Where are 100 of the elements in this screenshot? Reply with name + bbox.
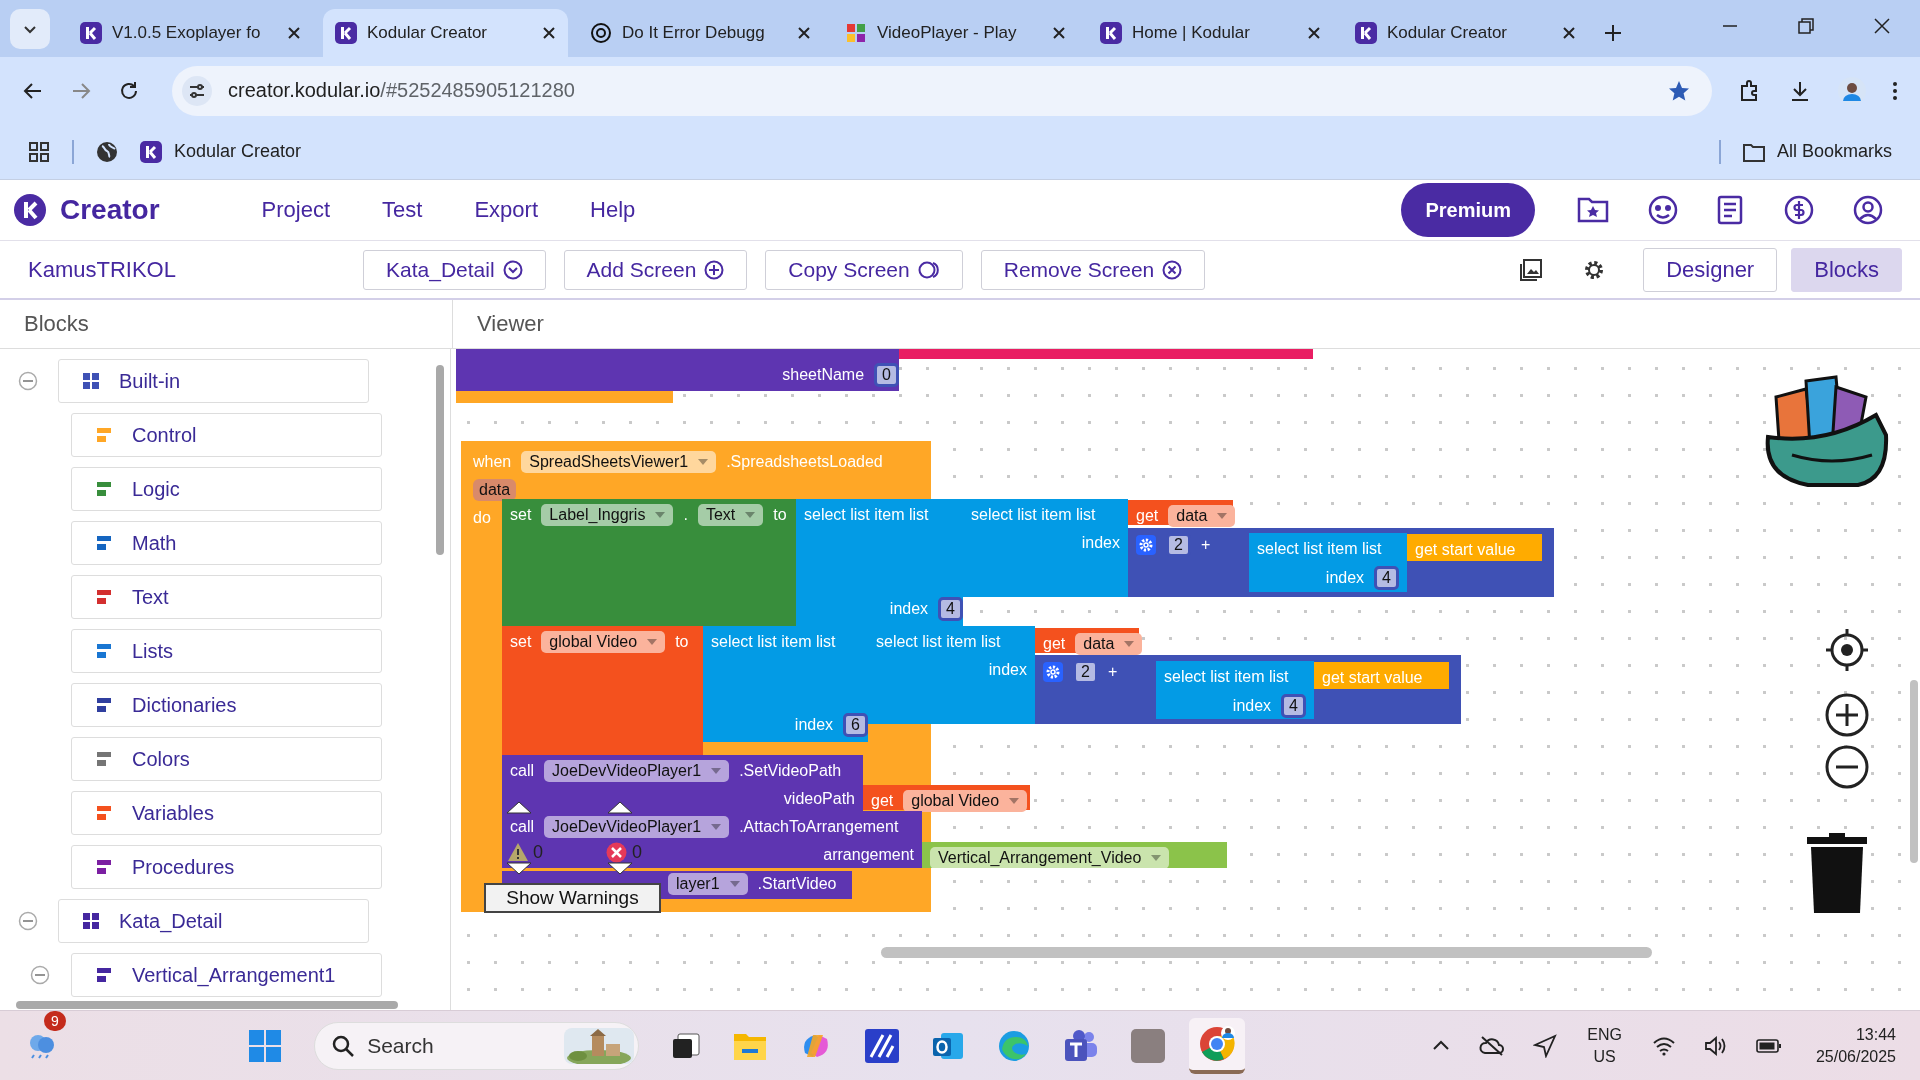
block-dropdown[interactable]: data	[1075, 633, 1143, 655]
battery-icon[interactable]	[1755, 1037, 1782, 1054]
location-icon[interactable]	[1533, 1033, 1558, 1058]
tree-item[interactable]: Logic	[71, 467, 382, 511]
tree-item[interactable]: Kata_Detail	[58, 899, 369, 943]
zoom-out-icon[interactable]	[1825, 745, 1869, 789]
language-indicator[interactable]: ENG US	[1587, 1023, 1622, 1068]
collapse-icon[interactable]	[18, 371, 38, 391]
tree-item[interactable]: Dictionaries	[71, 683, 382, 727]
search-bar[interactable]: Search	[314, 1021, 640, 1070]
scrollbar[interactable]	[436, 365, 444, 555]
block-dropdown[interactable]: JoeDevVideoPlayer1	[544, 816, 730, 838]
zoom-in-icon[interactable]	[1825, 693, 1869, 737]
tree-item[interactable]: Vertical_Arrangement1	[71, 953, 382, 997]
screen-button[interactable]: Kata_Detail	[363, 249, 546, 290]
tree-item[interactable]: Control	[71, 413, 382, 457]
parameter-chip[interactable]: data	[473, 479, 517, 501]
block-dropdown[interactable]: Vertical_Arrangement_Video	[930, 847, 1170, 869]
scroll-up-icon[interactable]	[607, 801, 633, 814]
tree-item[interactable]: Math	[71, 521, 382, 565]
avatar-icon[interactable]	[1838, 76, 1866, 105]
tree-item[interactable]: Procedures	[71, 845, 382, 889]
gear-icon[interactable]	[1043, 662, 1063, 682]
view-tab[interactable]: Blocks	[1791, 247, 1902, 292]
view-tab[interactable]: Designer	[1643, 247, 1778, 292]
browser-tab[interactable]: Kodular Creator	[323, 9, 568, 57]
close-icon[interactable]	[287, 26, 301, 40]
scrollbar[interactable]	[881, 947, 1652, 958]
tree-item[interactable]: Built-in	[58, 359, 369, 403]
tree-item[interactable]: Lists	[71, 629, 382, 673]
tree-item[interactable]: Variables	[71, 791, 382, 835]
people-icon[interactable]	[1063, 1028, 1100, 1063]
all-bookmarks-button[interactable]: All Bookmarks	[1742, 141, 1892, 162]
block-dropdown[interactable]: SpreadSheetsViewer1	[521, 451, 717, 473]
trash-icon[interactable]	[1807, 833, 1867, 913]
block-dropdown[interactable]: Label_Inggris	[541, 504, 674, 526]
coin-icon[interactable]	[1784, 195, 1814, 225]
globe-icon[interactable]	[96, 140, 118, 163]
wifi-icon[interactable]	[1651, 1035, 1676, 1056]
stripes-icon[interactable]	[865, 1028, 900, 1063]
block-dropdown[interactable]: data	[1168, 505, 1236, 527]
bookmark-star-icon[interactable]	[1668, 79, 1690, 102]
recenter-icon[interactable]	[1825, 628, 1869, 672]
screen-button[interactable]: Add Screen	[563, 249, 748, 290]
close-icon[interactable]	[1307, 26, 1321, 40]
block-dropdown[interactable]: Text	[697, 504, 764, 526]
restore-icon[interactable]	[1797, 17, 1815, 35]
scrollbar[interactable]	[16, 1001, 398, 1009]
task-view-icon[interactable]	[671, 1030, 702, 1061]
browser-tab[interactable]: VideoPlayer - Play	[833, 9, 1078, 57]
cloud-icon[interactable]	[1479, 1034, 1506, 1057]
new-tab-icon[interactable]	[1604, 24, 1622, 42]
browser-tab[interactable]: Home | Kodular	[1088, 9, 1333, 57]
premium-button[interactable]: Premium	[1401, 183, 1535, 237]
search-field[interactable]: Search	[365, 1032, 555, 1059]
menu-item[interactable]: Test	[382, 197, 423, 223]
close-icon[interactable]	[1873, 17, 1891, 35]
browser-tab[interactable]: Kodular Creator	[1343, 9, 1588, 57]
scrollbar[interactable]	[1910, 680, 1918, 863]
block-dropdown[interactable]: JoeDevVideoPlayer1	[544, 760, 730, 782]
square-icon[interactable]	[1131, 1028, 1166, 1063]
show-warnings-button[interactable]: Show Warnings	[484, 883, 661, 913]
clock[interactable]: 13:44 25/06/2025	[1815, 1023, 1896, 1068]
document-icon[interactable]	[1717, 195, 1745, 225]
volume-icon[interactable]	[1703, 1034, 1728, 1057]
face-icon[interactable]	[1648, 195, 1678, 225]
screen-button[interactable]: Remove Screen	[980, 249, 1206, 290]
close-icon[interactable]	[1052, 26, 1066, 40]
tree-item[interactable]: Colors	[71, 737, 382, 781]
scroll-down-icon[interactable]	[506, 862, 532, 875]
folder-icon[interactable]	[1577, 196, 1609, 224]
site-settings-icon[interactable]	[182, 75, 212, 106]
block-dropdown[interactable]: layer1	[668, 873, 748, 895]
menu-item[interactable]: Help	[590, 197, 636, 223]
browser-tab[interactable]: Do It Error Debugg	[578, 9, 823, 57]
start-icon[interactable]	[248, 1028, 283, 1063]
apps-grid-icon[interactable]	[28, 140, 50, 163]
gear-icon[interactable]	[1136, 535, 1156, 555]
close-icon[interactable]	[542, 26, 556, 40]
collapse-icon[interactable]	[18, 911, 38, 931]
browser-taskbar-button[interactable]	[1189, 1017, 1246, 1074]
collapse-icon[interactable]	[30, 965, 50, 985]
more-icon[interactable]	[1892, 79, 1898, 102]
block-dropdown[interactable]: global Video	[541, 631, 666, 653]
image-icon[interactable]	[1519, 257, 1544, 282]
app-logo-icon[interactable]	[14, 194, 46, 226]
menu-item[interactable]: Export	[474, 197, 539, 223]
browser-tab[interactable]: V1.0.5 Exoplayer fo	[68, 9, 313, 57]
tree-item[interactable]: Text	[71, 575, 382, 619]
screen-button[interactable]: Copy Screen	[765, 249, 963, 290]
close-icon[interactable]	[1562, 26, 1576, 40]
address-bar[interactable]: creator.kodular.io/#5252485905121280	[172, 65, 1712, 116]
scroll-up-icon[interactable]	[506, 801, 532, 814]
reload-icon[interactable]	[118, 79, 140, 102]
bookmark-link[interactable]: Kodular Creator	[140, 140, 302, 163]
account-icon[interactable]	[1853, 195, 1883, 225]
menu-item[interactable]: Project	[261, 197, 331, 223]
scroll-down-icon[interactable]	[607, 862, 633, 875]
close-icon[interactable]	[797, 26, 811, 40]
block-dropdown[interactable]: global Video	[903, 790, 1028, 812]
